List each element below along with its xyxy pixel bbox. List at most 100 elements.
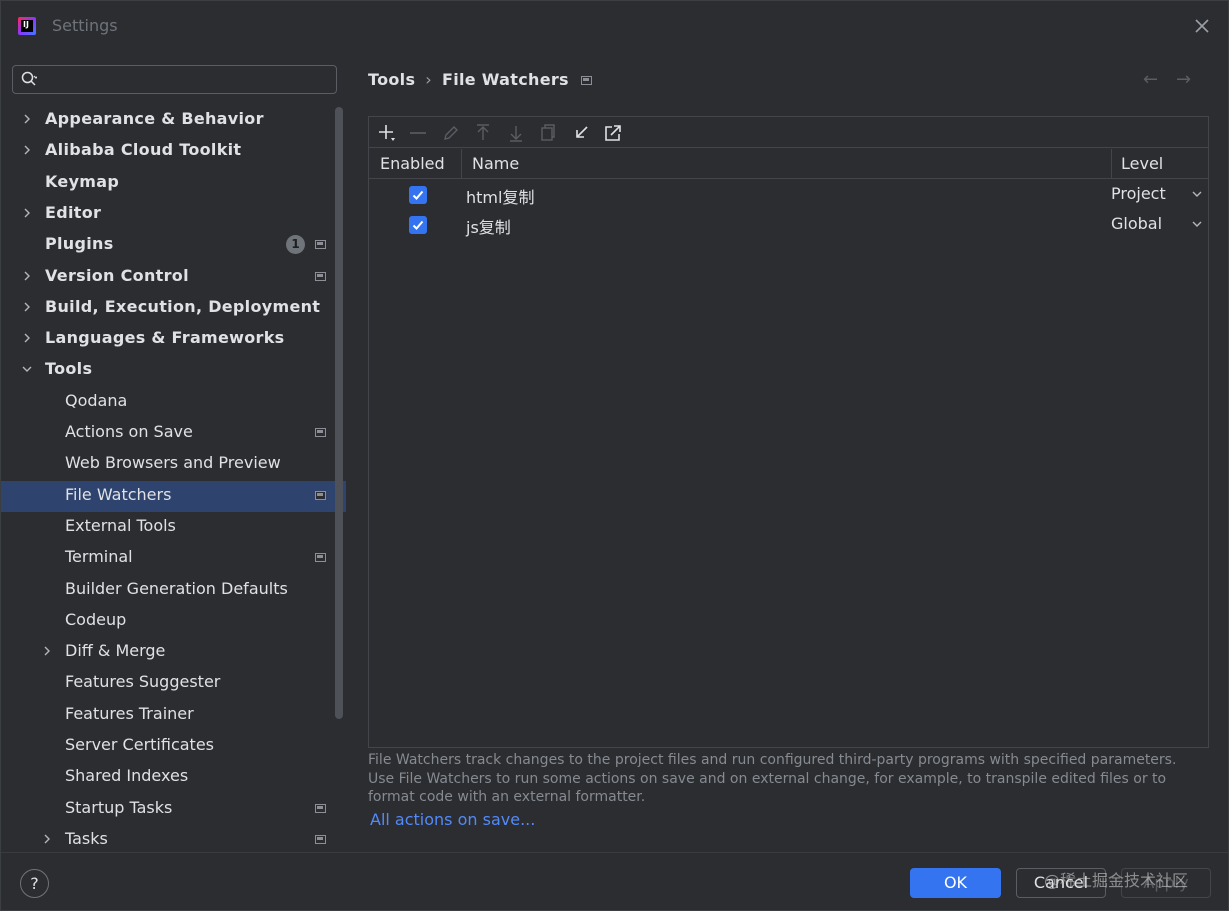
sidebar-item-server-certificates[interactable]: Server Certificates (1, 731, 346, 762)
title-bar: IJ Settings (1, 1, 1228, 51)
sidebar-item-label: Features Trainer (65, 703, 194, 723)
forward-arrow-icon[interactable]: → (1176, 69, 1191, 90)
copy-icon[interactable] (537, 122, 559, 144)
breadcrumb-parent[interactable]: Tools (368, 70, 415, 89)
settings-window: IJ Settings Appearance & Behavior Alibaba… (0, 0, 1229, 911)
remove-icon[interactable] (407, 122, 429, 144)
export-icon[interactable] (602, 122, 624, 144)
chevron-down-icon[interactable] (1191, 218, 1203, 230)
sidebar-item-qodana[interactable]: Qodana (1, 387, 346, 418)
sidebar-item-label: Web Browsers and Preview (65, 453, 281, 473)
sidebar-item-label: Qodana (65, 390, 128, 410)
breadcrumb-current: File Watchers (441, 70, 569, 89)
dialog-footer: ? OK Cancel Apply @稀土掘金技术社区 (1, 852, 1228, 910)
sidebar-item-editor[interactable]: Editor (1, 199, 346, 230)
project-scope-icon (315, 553, 326, 563)
add-icon[interactable] (375, 122, 397, 144)
sidebar-item-features-trainer[interactable]: Features Trainer (1, 700, 346, 731)
sidebar-item-label: Shared Indexes (65, 766, 189, 786)
chevron-right-icon[interactable] (41, 833, 53, 847)
enabled-checkbox[interactable] (409, 216, 427, 234)
sidebar-item-features-suggester[interactable]: Features Suggester (1, 668, 346, 699)
sidebar-item-label: External Tools (65, 515, 176, 535)
chevron-right-icon[interactable] (21, 301, 33, 315)
all-actions-on-save-link[interactable]: All actions on save... (370, 810, 535, 829)
description-line: format code with an external formatter. (368, 789, 646, 805)
sidebar-item-external-tools[interactable]: External Tools (1, 512, 346, 543)
chevron-right-icon[interactable] (21, 144, 33, 158)
sidebar-item-label: Editor (45, 202, 102, 222)
sidebar-item-terminal[interactable]: Terminal (1, 543, 346, 574)
enabled-checkbox[interactable] (409, 186, 427, 204)
move-down-icon[interactable] (505, 122, 527, 144)
column-divider (461, 149, 462, 179)
breadcrumb: Tools › File Watchers (368, 70, 569, 89)
chevron-right-icon[interactable] (21, 332, 33, 346)
close-icon[interactable] (1191, 15, 1213, 37)
sidebar-item-label: Builder Generation Defaults (65, 578, 288, 598)
file-watchers-table: Enabled Name Level html复制 Project js复制 G… (368, 116, 1209, 748)
column-header-enabled[interactable]: Enabled (380, 154, 445, 173)
settings-sidebar: Appearance & Behavior Alibaba Cloud Toolk… (1, 52, 348, 852)
sidebar-item-alibaba-cloud-toolkit[interactable]: Alibaba Cloud Toolkit (1, 136, 346, 167)
sidebar-item-startup-tasks[interactable]: Startup Tasks (1, 794, 346, 825)
sidebar-item-label: Server Certificates (65, 735, 214, 754)
watcher-name: js复制 (466, 218, 511, 237)
sidebar-item-label: Tools (45, 359, 93, 379)
column-header-level[interactable]: Level (1121, 154, 1163, 173)
sidebar-item-label: Alibaba Cloud Toolkit (45, 140, 242, 160)
sidebar-item-label: Plugins (45, 234, 114, 254)
back-arrow-icon[interactable]: ← (1143, 69, 1158, 90)
sidebar-item-version-control[interactable]: Version Control (1, 262, 346, 293)
project-scope-icon (581, 76, 592, 85)
sidebar-item-label: Tasks (65, 828, 108, 848)
sidebar-item-label: Startup Tasks (65, 797, 173, 817)
sidebar-item-label: Diff & Merge (65, 641, 166, 661)
project-scope-icon (315, 490, 326, 500)
sidebar-item-keymap[interactable]: Keymap (1, 168, 346, 199)
sidebar-item-diff-merge[interactable]: Diff & Merge (1, 637, 346, 668)
sidebar-item-file-watchers[interactable]: File Watchers (1, 480, 346, 512)
window-title: Settings (52, 16, 118, 35)
import-icon[interactable] (570, 122, 592, 144)
watcher-level[interactable]: Global (1111, 214, 1162, 233)
sidebar-item-tools[interactable]: Tools (1, 355, 346, 386)
watcher-name: html复制 (466, 188, 535, 207)
chevron-right-icon[interactable] (21, 207, 33, 221)
sidebar-item-codeup[interactable]: Codeup (1, 606, 346, 637)
search-icon (21, 71, 37, 86)
edit-icon[interactable] (440, 122, 462, 144)
table-row[interactable]: js复制 Global (369, 210, 1208, 240)
column-header-name[interactable]: Name (472, 154, 519, 173)
table-row[interactable]: html复制 Project (369, 180, 1208, 210)
project-scope-icon (315, 803, 326, 813)
table-header: Enabled Name Level (369, 149, 1208, 179)
sidebar-item-label: Codeup (65, 609, 127, 629)
chevron-right-icon[interactable] (21, 113, 33, 127)
move-up-icon[interactable] (472, 122, 494, 144)
chevron-right-icon[interactable] (41, 645, 53, 659)
help-button[interactable]: ? (20, 869, 49, 898)
breadcrumb-separator: › (425, 70, 432, 89)
sidebar-item-label: Terminal (65, 547, 133, 567)
sidebar-item-languages-frameworks[interactable]: Languages & Frameworks (1, 324, 346, 355)
sidebar-item-builder-generation-defaults[interactable]: Builder Generation Defaults (1, 575, 346, 606)
chevron-right-icon[interactable] (21, 270, 33, 284)
sidebar-scrollbar[interactable] (335, 107, 343, 719)
watcher-level[interactable]: Project (1111, 184, 1166, 203)
sidebar-item-appearance-behavior[interactable]: Appearance & Behavior (1, 105, 346, 136)
sidebar-item-plugins[interactable]: Plugins 1 (1, 230, 346, 261)
sidebar-item-web-browsers-and-preview[interactable]: Web Browsers and Preview (1, 449, 346, 480)
settings-search-input[interactable] (12, 65, 337, 94)
chevron-down-icon[interactable] (1191, 188, 1203, 200)
ok-button[interactable]: OK (910, 868, 1001, 898)
sidebar-item-shared-indexes[interactable]: Shared Indexes (1, 762, 346, 793)
settings-content: Tools › File Watchers ← → Enabled Name Lev (348, 52, 1228, 852)
sidebar-item-label: Languages & Frameworks (45, 328, 285, 348)
sidebar-item-build-execution-deployment[interactable]: Build, Execution, Deployment (1, 293, 346, 324)
column-divider (1111, 149, 1112, 179)
sidebar-item-actions-on-save[interactable]: Actions on Save (1, 418, 346, 449)
project-scope-icon (315, 834, 326, 844)
chevron-down-icon[interactable] (21, 363, 33, 377)
description-text: File Watchers track changes to the proje… (368, 751, 1208, 807)
